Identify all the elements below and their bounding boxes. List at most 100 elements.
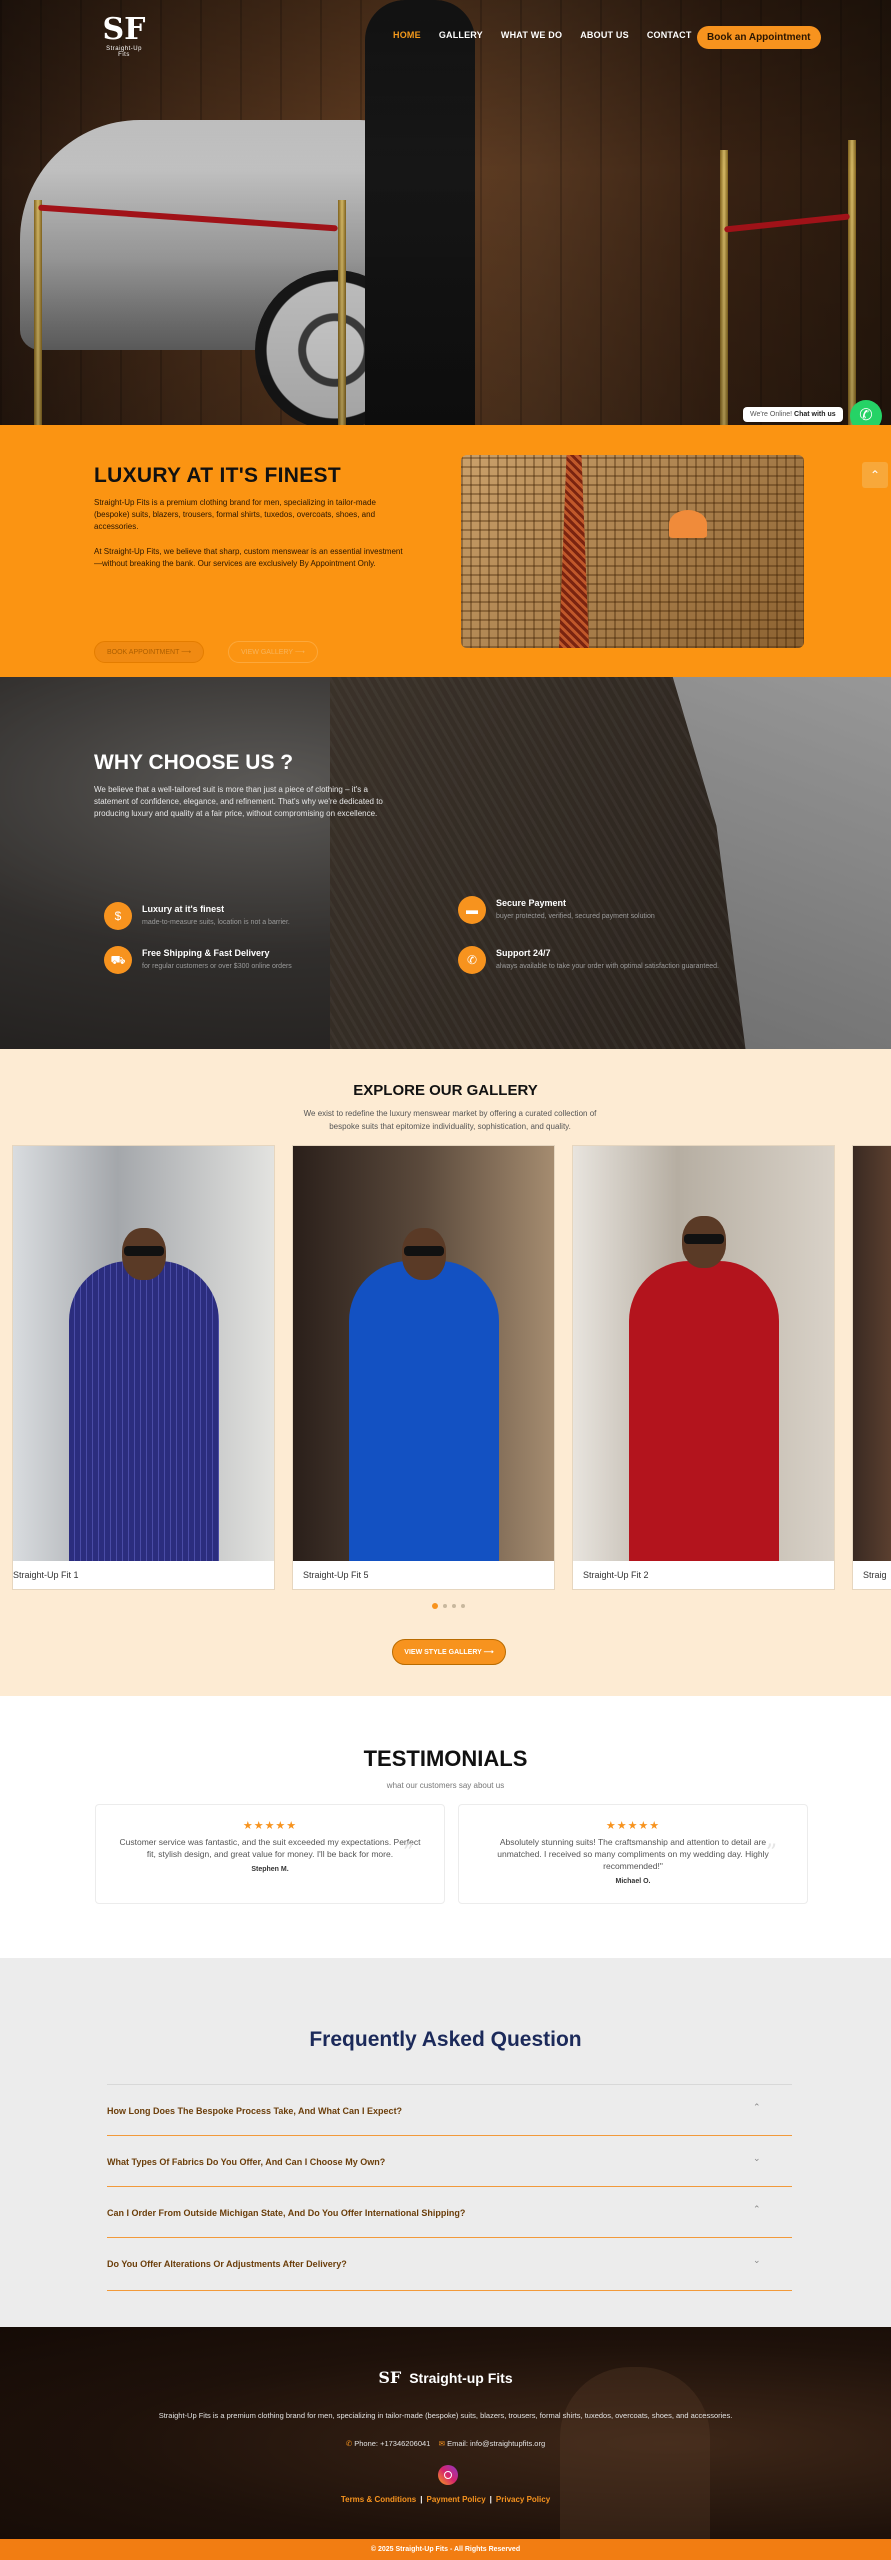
logo-subtitle: Straight-Up Fits	[106, 46, 142, 58]
faq-item[interactable]: How Long Does The Bespoke Process Take, …	[107, 2084, 792, 2135]
why-choose-us-section: WHY CHOOSE US ? We believe that a well-t…	[0, 677, 891, 1049]
faq-item[interactable]: What Types Of Fabrics Do You Offer, And …	[107, 2135, 792, 2186]
testimonials-title: TESTIMONIALS	[363, 1746, 528, 1771]
feature-title: Luxury at it's finest	[142, 904, 225, 914]
quote-mark-icon: ”	[402, 1841, 414, 1866]
footer-logo-mark: SF	[378, 2368, 402, 2387]
gallery-photo	[853, 1146, 891, 1561]
carousel-dot[interactable]	[461, 1604, 465, 1608]
book-appointment-secondary-button[interactable]: BOOK APPOINTMENT ⟶	[94, 641, 205, 663]
feature-shipping: ⛟ Free Shipping & Fast Delivery for regu…	[104, 946, 292, 974]
footer-links: Terms & Conditions | Payment Policy | Privac…	[340, 2495, 551, 2504]
faq-item[interactable]: Can I Order From Outside Michigan State,…	[107, 2186, 792, 2237]
dollar-icon: $	[104, 902, 132, 930]
testimonials-subtitle: what our customers say about us	[386, 1781, 505, 1790]
testimonial-author: Michael O.	[615, 1878, 651, 1885]
feature-text: always available to take your order with…	[496, 963, 719, 970]
book-appointment-button[interactable]: Book an Appointment	[697, 26, 821, 49]
nav-contact[interactable]: CONTACT	[647, 30, 692, 40]
suit-figure	[348, 1261, 499, 1561]
feature-text: for regular customers or over $300 onlin…	[142, 963, 292, 970]
nav-about-us[interactable]: ABOUT US	[580, 30, 629, 40]
book-appointment-secondary-label: BOOK APPOINTMENT	[107, 649, 180, 656]
feature-luxury: $ Luxury at it's finest made-to-measure …	[104, 902, 290, 930]
nav-gallery[interactable]: GALLERY	[439, 30, 483, 40]
feature-support: ✆ Support 24/7 always available to take …	[458, 946, 719, 974]
faq-divider	[107, 2290, 792, 2291]
site-logo[interactable]: SF Straight-Up Fits	[100, 14, 148, 60]
luxury-paragraph-2: At Straight-Up Fits, we believe that sha…	[94, 547, 403, 568]
carousel-dot[interactable]	[452, 1604, 456, 1608]
nav-home[interactable]: HOME	[393, 30, 421, 40]
scroll-to-top-icon[interactable]: ⌃	[862, 462, 888, 488]
view-style-gallery-button[interactable]: VIEW STYLE GALLERY ⟶	[392, 1639, 506, 1665]
gallery-subtitle: We exist to redefine the luxury menswear…	[303, 1109, 597, 1131]
faq-title: Frequently Asked Question	[309, 2028, 582, 2051]
star-rating-icon: ★★★★★	[242, 1820, 298, 1832]
sunglasses-shape	[123, 1246, 164, 1256]
view-style-gallery-label: VIEW STYLE GALLERY	[404, 1649, 482, 1656]
faq-question: Can I Order From Outside Michigan State,…	[107, 2208, 466, 2218]
copyright-bar: © 2025 Straight-Up Fits - All Rights Res…	[0, 2539, 891, 2560]
logo-mark: SF	[102, 12, 146, 47]
chat-cta-label: Chat with us	[794, 411, 836, 418]
feature-title: Secure Payment	[496, 898, 567, 908]
footer-email[interactable]: Email: info@straightupfits.org	[447, 2439, 545, 2448]
testimonial-quote: Customer service was fantastic, and the …	[119, 1837, 421, 1859]
carousel-dot-active[interactable]	[432, 1603, 438, 1609]
gallery-caption: Straight-Up Fit 2	[583, 1570, 649, 1580]
sunglasses-shape	[403, 1246, 444, 1256]
testimonial-quote: Absolutely stunning suits! The craftsman…	[497, 1837, 769, 1871]
truck-icon: ⛟	[104, 946, 132, 974]
luxury-title: LUXURY AT IT'S FINEST	[94, 464, 341, 487]
chat-bubble[interactable]: We're Online! Chat with us	[743, 407, 843, 422]
footer-phone[interactable]: Phone: +17346206041	[354, 2439, 430, 2448]
arrow-right-icon: ⟶	[181, 649, 192, 656]
chevron-down-icon: ⌄	[753, 2153, 761, 2163]
footer-logo[interactable]: SF Straight-up Fits	[0, 2368, 891, 2387]
why-overlay	[0, 677, 891, 1049]
gallery-caption: Straight-Up Fit 5	[303, 1570, 369, 1580]
why-title: WHY CHOOSE US ?	[94, 751, 294, 774]
faq-question: What Types Of Fabrics Do You Offer, And …	[107, 2157, 386, 2167]
gallery-photo	[573, 1146, 834, 1561]
gallery-photo	[293, 1146, 554, 1561]
carousel-dot[interactable]	[443, 1604, 447, 1608]
gallery-caption: Straight-Up Fit 1	[13, 1570, 79, 1580]
suit-detail-image	[461, 455, 804, 648]
view-gallery-secondary-button[interactable]: VIEW GALLERY ⟶	[228, 641, 318, 663]
gallery-card[interactable]: Straight-Up Fit 1	[12, 1145, 275, 1590]
gallery-title: EXPLORE OUR GALLERY	[353, 1082, 538, 1099]
footer-contact: ✆ Phone: +17346206041 ✉ Email: info@stra…	[0, 2439, 891, 2448]
footer-brand-name: Straight-up Fits	[409, 2370, 513, 2386]
gallery-card[interactable]: Straig	[852, 1145, 891, 1590]
luxury-paragraph-1: Straight-Up Fits is a premium clothing b…	[94, 498, 376, 531]
instagram-icon[interactable]	[438, 2465, 458, 2485]
footer-background-figure	[560, 2367, 710, 2539]
footer-description: Straight-Up Fits is a premium clothing b…	[158, 2411, 733, 2420]
gallery-card[interactable]: Straight-Up Fit 2	[572, 1145, 835, 1590]
chevron-up-icon: ⌃	[753, 2204, 761, 2214]
carousel-dots	[432, 1603, 465, 1609]
faq-question: Do You Offer Alterations Or Adjustments …	[107, 2259, 347, 2269]
quote-mark-icon: ”	[765, 1841, 777, 1866]
arrow-right-icon: ⟶	[294, 649, 305, 656]
chevron-up-icon: ⌃	[753, 2102, 761, 2112]
chat-online-label: We're Online!	[750, 411, 793, 418]
star-rating-icon: ★★★★★	[605, 1820, 661, 1832]
privacy-policy-link[interactable]: Privacy Policy	[496, 2495, 550, 2504]
testimonial-card: ★★★★★ Absolutely stunning suits! The cra…	[458, 1804, 808, 1904]
suit-figure	[68, 1261, 219, 1561]
email-icon: ✉	[438, 2439, 445, 2448]
feature-text: made-to-measure suits, location is not a…	[142, 919, 290, 926]
payment-policy-link[interactable]: Payment Policy	[427, 2495, 486, 2504]
chevron-down-icon: ⌄	[753, 2255, 761, 2265]
nav-what-we-do[interactable]: WHAT WE DO	[501, 30, 562, 40]
tie-shape	[559, 455, 589, 648]
sunglasses-shape	[683, 1234, 724, 1244]
gallery-section: EXPLORE OUR GALLERY We exist to redefine…	[0, 1049, 891, 1696]
faq-item[interactable]: Do You Offer Alterations Or Adjustments …	[107, 2237, 792, 2288]
gallery-card[interactable]: Straight-Up Fit 5	[292, 1145, 555, 1590]
terms-link[interactable]: Terms & Conditions	[341, 2495, 416, 2504]
faq-section: Frequently Asked Question How Long Does …	[0, 1958, 891, 2327]
